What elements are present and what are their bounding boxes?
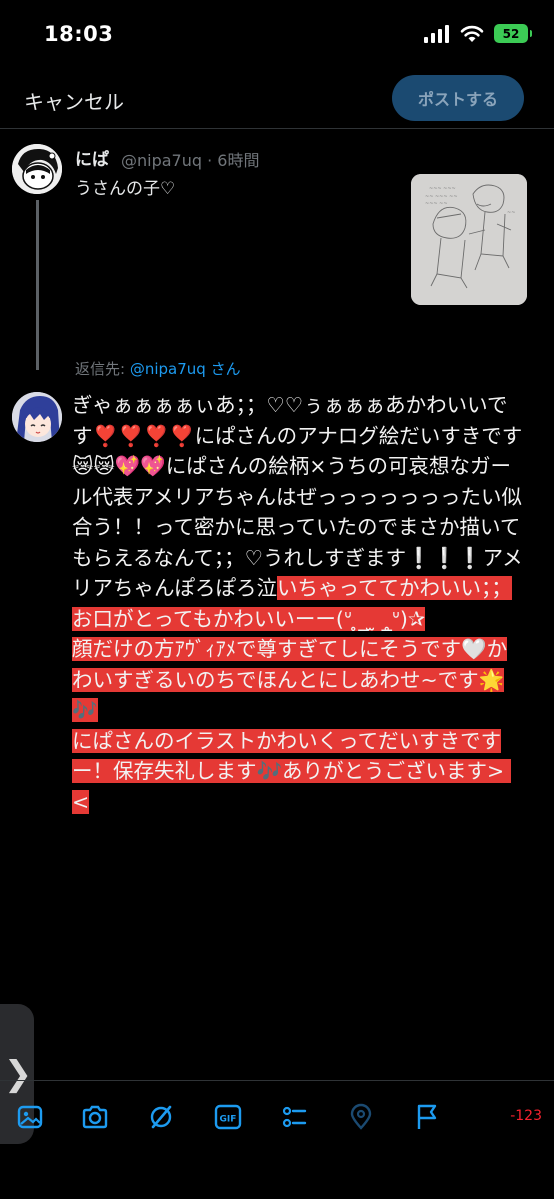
status-time: 18:03 <box>44 22 114 46</box>
gif-icon[interactable]: GIF <box>212 1101 244 1133</box>
svg-text:~~: ~~ <box>507 210 515 216</box>
avatar-image <box>12 144 62 194</box>
my-avatar[interactable] <box>12 392 62 442</box>
battery-icon: 52 <box>494 24 532 43</box>
poll-icon[interactable] <box>278 1101 310 1133</box>
grok-icon[interactable] <box>145 1101 177 1133</box>
svg-text:~~~ ~~~: ~~~ ~~~ <box>429 186 456 192</box>
original-post-text: うさんの子♡ <box>75 179 176 199</box>
flag-icon[interactable] <box>411 1101 443 1133</box>
post-button[interactable]: ポストする <box>392 75 524 121</box>
chevron-right-icon: ❯ <box>3 1054 33 1094</box>
svg-text:~~ ~~~ ~~: ~~ ~~~ ~~ <box>425 194 458 200</box>
signal-icon <box>424 24 449 43</box>
toolbar-divider <box>0 1080 554 1081</box>
compose-toolbar: GIF <box>0 1101 554 1133</box>
compose-text: ぎゃぁぁぁぁぃあ；；♡♡ぅぁぁぁあかわいいです❣️❣️❣️❣️にぱさんのアナログ… <box>72 393 523 600</box>
avatar[interactable] <box>12 144 62 194</box>
location-icon <box>345 1101 377 1133</box>
image-icon[interactable] <box>14 1101 46 1133</box>
compose-header: キャンセル ポストする <box>0 70 554 129</box>
wifi-icon <box>460 25 484 42</box>
compose-text-area[interactable]: ぎゃぁぁぁぁぃあ；；♡♡ぅぁぁぁあかわいいです❣️❣️❣️❣️にぱさんのアナログ… <box>72 390 527 817</box>
reply-handle-link[interactable]: @nipa7uq <box>130 360 206 378</box>
author-name: にぱ <box>75 150 109 170</box>
compose-text-over-limit: いちゃっててかわいい；；お口がとってもかわいいーー(ᐡ ̥_ ̫ _̥ᐡ)✰ 顔… <box>72 576 512 814</box>
author-meta: @nipa7uq · 6時間 <box>121 151 260 170</box>
my-avatar-image <box>12 392 62 442</box>
camera-icon[interactable] <box>79 1101 111 1133</box>
thread-line <box>36 200 39 370</box>
svg-text:~~~ ~~: ~~~ ~~ <box>425 201 448 207</box>
cancel-button[interactable]: キャンセル <box>24 86 124 115</box>
character-count: -123 <box>510 1108 542 1124</box>
post-image-thumbnail[interactable]: ~~~ ~~~ ~~ ~~~ ~~ ~~~ ~~ ~~ <box>411 174 527 305</box>
svg-text:GIF: GIF <box>220 1115 237 1125</box>
status-bar: 18:03 52 <box>0 0 554 70</box>
reply-to-label: 返信先: @nipa7uq さん <box>75 360 241 378</box>
sketch-image: ~~~ ~~~ ~~ ~~~ ~~ ~~~ ~~ ~~ <box>411 174 527 305</box>
